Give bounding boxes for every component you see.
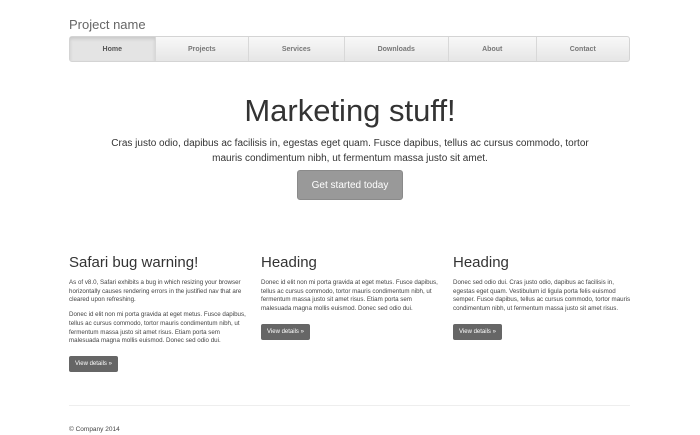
main-nav: Home Projects Services Downloads About C… <box>69 36 630 62</box>
column-heading: Safari bug warning! <box>69 254 199 271</box>
column-heading: Heading <box>261 254 317 271</box>
hero-lead: Cras justo odio, dapibus ac facilisis in… <box>111 138 589 164</box>
nav-item-home[interactable]: Home <box>70 37 155 61</box>
column-text: Donec sed odio dui. Cras justo odio, dap… <box>453 279 631 313</box>
column-heading: Heading <box>453 254 509 271</box>
get-started-button[interactable]: Get started today <box>297 170 403 200</box>
column-safari-warning: Safari bug warning! As of v8.0, Safari e… <box>69 254 247 372</box>
column-heading-2: Heading Donec id elit non mi porta gravi… <box>261 254 439 340</box>
view-details-button[interactable]: View details » <box>453 323 502 340</box>
column-text: Donec id elit non mi porta gravida at eg… <box>261 279 438 313</box>
hero-title: Marketing stuff! <box>244 93 456 128</box>
view-details-button[interactable]: View details » <box>261 323 310 340</box>
column-text: As of v8.0, Safari exhibits a bug in whi… <box>69 279 242 304</box>
column-text: Donec id elit non mi porta gravida at eg… <box>69 311 246 345</box>
brand-name: Project name <box>69 17 146 32</box>
nav-item-contact[interactable]: Contact <box>535 37 630 61</box>
nav-item-about[interactable]: About <box>447 37 536 61</box>
footer-divider <box>69 405 630 406</box>
column-heading-3: Heading Donec sed odio dui. Cras justo o… <box>453 254 631 340</box>
footer-copyright: © Company 2014 <box>69 426 120 433</box>
nav-item-projects[interactable]: Projects <box>154 37 249 61</box>
nav-item-services[interactable]: Services <box>248 37 343 61</box>
nav-item-downloads[interactable]: Downloads <box>343 37 448 61</box>
view-details-button[interactable]: View details » <box>69 355 118 372</box>
